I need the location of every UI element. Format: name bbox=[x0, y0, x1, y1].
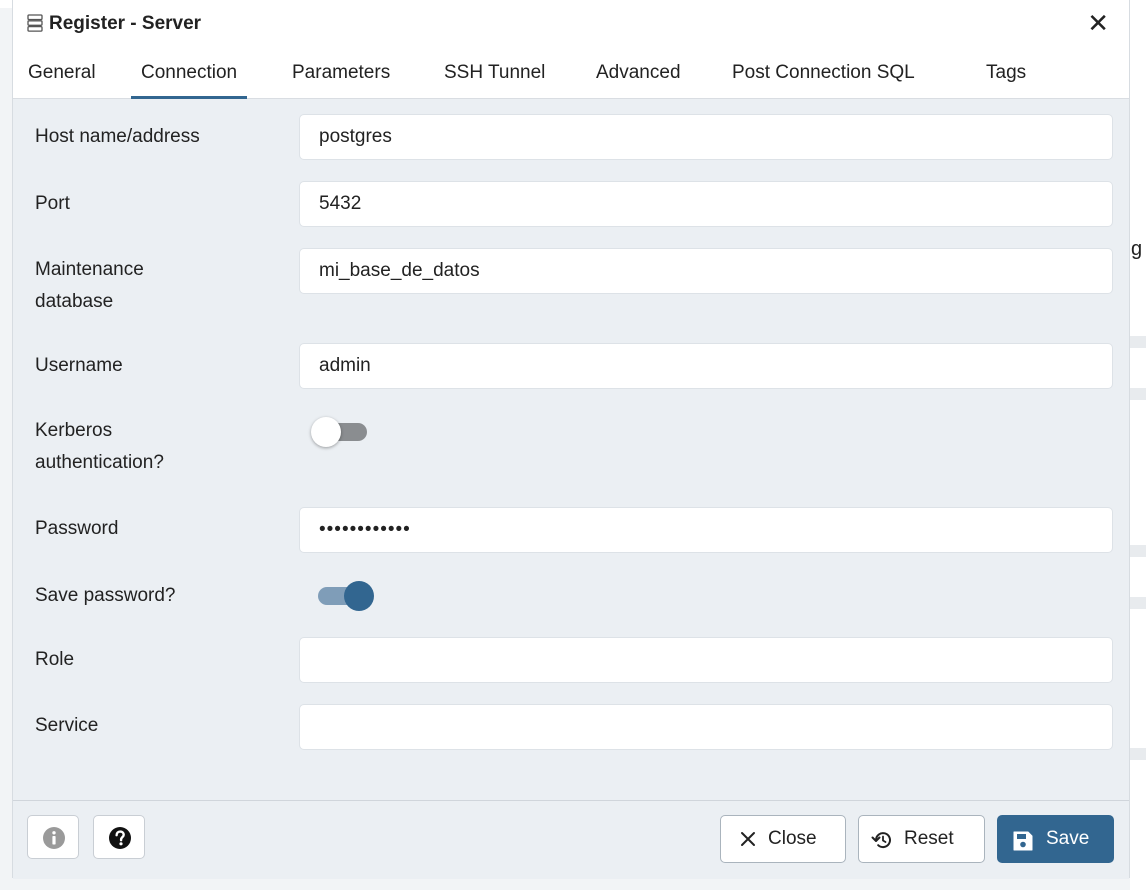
service-label: Service bbox=[35, 715, 99, 736]
maintenance-db-label-line1: Maintenance bbox=[35, 259, 144, 280]
tab-tags[interactable]: Tags bbox=[986, 48, 1026, 98]
password-input[interactable] bbox=[299, 507, 1113, 553]
username-input[interactable] bbox=[299, 343, 1113, 389]
role-input[interactable] bbox=[299, 637, 1113, 683]
background-partial-text: g bbox=[1131, 238, 1143, 260]
info-button[interactable] bbox=[27, 815, 79, 859]
toggle-knob bbox=[344, 581, 374, 611]
reset-icon bbox=[871, 832, 891, 849]
save-password-label: Save password? bbox=[35, 585, 176, 606]
port-input[interactable] bbox=[299, 181, 1113, 227]
reset-button-label: Reset bbox=[904, 828, 954, 849]
close-icon[interactable]: ✕ bbox=[1087, 10, 1109, 36]
background-divider bbox=[1130, 748, 1146, 760]
tab-ssh-tunnel[interactable]: SSH Tunnel bbox=[444, 48, 545, 98]
kerberos-label-line2: authentication? bbox=[35, 452, 164, 473]
reset-button[interactable]: Reset bbox=[858, 815, 985, 863]
host-input[interactable] bbox=[299, 114, 1113, 160]
register-server-dialog: Register - Server ✕ General Connection P… bbox=[12, 0, 1130, 879]
dialog-footer: Close Reset Save bbox=[13, 800, 1129, 879]
kerberos-label-line1: Kerberos bbox=[35, 420, 113, 441]
background-divider bbox=[1130, 388, 1146, 400]
background-app-right: g bbox=[1130, 0, 1146, 890]
background-divider bbox=[1130, 597, 1146, 609]
password-label: Password bbox=[35, 518, 119, 539]
port-label: Port bbox=[35, 193, 70, 214]
background-divider bbox=[1130, 545, 1146, 557]
username-label: Username bbox=[35, 355, 123, 376]
help-button[interactable] bbox=[93, 815, 145, 859]
kerberos-toggle[interactable] bbox=[311, 414, 375, 450]
close-button-label: Close bbox=[768, 828, 817, 849]
question-icon bbox=[109, 827, 131, 849]
close-button[interactable]: Close bbox=[720, 815, 846, 863]
server-icon bbox=[27, 14, 43, 32]
dialog-titlebar: Register - Server ✕ bbox=[13, 0, 1129, 49]
service-input[interactable] bbox=[299, 704, 1113, 750]
save-button[interactable]: Save bbox=[997, 815, 1114, 863]
role-label: Role bbox=[35, 649, 75, 670]
dialog-title: Register - Server bbox=[49, 13, 202, 34]
host-label: Host name/address bbox=[35, 126, 200, 147]
tab-parameters[interactable]: Parameters bbox=[292, 48, 390, 98]
maintenance-db-label-line2: database bbox=[35, 291, 114, 312]
toggle-knob bbox=[311, 417, 341, 447]
tab-connection[interactable]: Connection bbox=[130, 48, 248, 99]
background-divider bbox=[1130, 336, 1146, 348]
tab-advanced[interactable]: Advanced bbox=[596, 48, 681, 98]
tab-bar: General Connection Parameters SSH Tunnel… bbox=[13, 48, 1129, 99]
save-password-toggle[interactable] bbox=[314, 578, 378, 614]
save-button-label: Save bbox=[1046, 828, 1090, 849]
maintenance-db-input[interactable] bbox=[299, 248, 1113, 294]
info-circle-icon bbox=[43, 827, 65, 849]
close-icon bbox=[741, 832, 755, 846]
tab-general[interactable]: General bbox=[28, 48, 96, 98]
floppy-disk-icon bbox=[1013, 831, 1033, 851]
tab-post-connection-sql[interactable]: Post Connection SQL bbox=[732, 48, 915, 98]
